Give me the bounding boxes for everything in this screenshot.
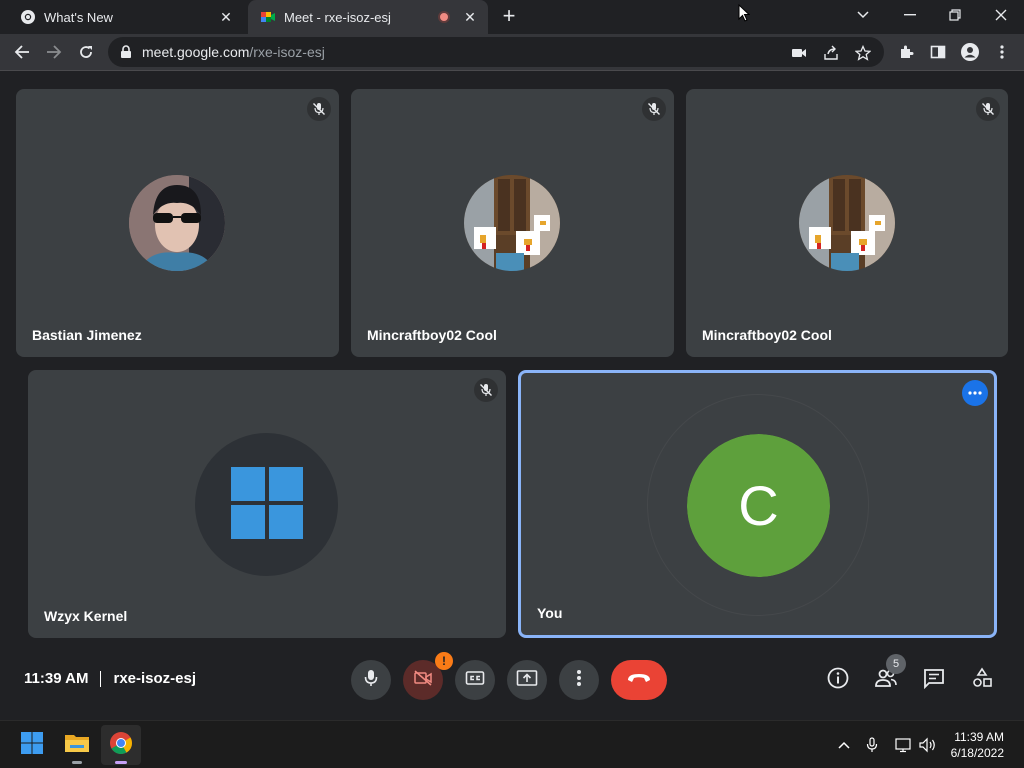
tab-search-icon[interactable] bbox=[843, 0, 883, 30]
participant-tile[interactable]: Bastian Jimenez bbox=[16, 89, 339, 357]
people-count-badge: 5 bbox=[886, 654, 906, 674]
camera-button[interactable]: ! bbox=[403, 652, 453, 700]
tab-whats-new[interactable]: What's New ✕ bbox=[8, 0, 244, 34]
url-text: meet.google.com/rxe-isoz-esj bbox=[142, 44, 325, 60]
muted-mic-icon bbox=[474, 378, 498, 402]
taskbar: 11:39 AM 6/18/2022 bbox=[0, 720, 1024, 768]
leave-call-button[interactable] bbox=[611, 660, 667, 700]
microphone-in-use-icon[interactable] bbox=[862, 735, 882, 755]
present-screen-icon bbox=[516, 669, 538, 692]
activities-shapes-icon bbox=[971, 667, 993, 694]
participant-name: Mincraftboy02 Cool bbox=[367, 327, 497, 343]
mic-icon bbox=[364, 669, 378, 692]
chrome-icon bbox=[20, 9, 36, 25]
self-tile[interactable]: C You bbox=[518, 370, 997, 638]
camera-off-icon bbox=[413, 669, 433, 691]
extensions-icon[interactable] bbox=[892, 38, 920, 66]
meet-icon bbox=[260, 9, 276, 25]
present-button[interactable] bbox=[507, 660, 547, 700]
chrome-taskbar-button[interactable] bbox=[101, 725, 141, 765]
back-icon[interactable] bbox=[8, 38, 36, 66]
meeting-time: 11:39 AM bbox=[24, 670, 89, 687]
url-path: /rxe-isoz-esj bbox=[249, 44, 325, 60]
start-button[interactable] bbox=[12, 725, 52, 765]
divider bbox=[100, 670, 102, 687]
close-window-icon[interactable] bbox=[981, 0, 1021, 30]
tab-title: What's New bbox=[44, 9, 113, 25]
tab-meet[interactable]: Meet - rxe-isoz-esj ✕ bbox=[248, 0, 488, 34]
meeting-details-button[interactable] bbox=[822, 664, 854, 696]
forward-icon[interactable] bbox=[40, 38, 68, 66]
meeting-code: rxe-isoz-esj bbox=[113, 670, 197, 687]
muted-mic-icon bbox=[642, 97, 666, 121]
more-options-button[interactable] bbox=[559, 660, 599, 700]
active-indicator bbox=[115, 761, 127, 764]
taskbar-clock[interactable]: 11:39 AM 6/18/2022 bbox=[951, 729, 1004, 761]
people-button[interactable]: 5 bbox=[870, 654, 906, 696]
chat-button[interactable] bbox=[918, 664, 950, 696]
cursor-icon bbox=[738, 3, 751, 27]
reload-icon[interactable] bbox=[72, 38, 100, 66]
network-icon[interactable] bbox=[894, 735, 914, 755]
meeting-info: 11:39 AM rxe-isoz-esj bbox=[24, 670, 196, 687]
muted-mic-icon bbox=[307, 97, 331, 121]
tab-title: Meet - rxe-isoz-esj bbox=[284, 9, 391, 25]
info-icon bbox=[827, 667, 849, 694]
clock-time: 11:39 AM bbox=[954, 730, 1004, 744]
participant-tile[interactable]: Wzyx Kernel bbox=[28, 370, 506, 638]
toolbar-divider bbox=[0, 70, 1024, 71]
chat-icon bbox=[923, 667, 945, 694]
participant-name: You bbox=[537, 605, 563, 621]
windows-start-icon bbox=[20, 731, 44, 760]
close-tab-icon[interactable]: ✕ bbox=[460, 7, 480, 27]
running-indicator bbox=[72, 761, 82, 764]
clock-date: 6/18/2022 bbox=[950, 746, 1004, 760]
avatar-circle: C bbox=[687, 434, 830, 577]
show-hidden-icons-icon[interactable] bbox=[834, 735, 854, 755]
participant-tile[interactable]: Mincraftboy02 Cool bbox=[686, 89, 1008, 357]
new-tab-button[interactable]: + bbox=[498, 5, 520, 28]
more-vert-icon bbox=[577, 669, 581, 692]
participant-name: Mincraftboy02 Cool bbox=[702, 327, 832, 343]
self-avatar: C bbox=[687, 434, 830, 577]
muted-mic-icon bbox=[976, 97, 1000, 121]
bookmark-star-icon[interactable] bbox=[854, 44, 872, 62]
activities-button[interactable] bbox=[966, 664, 998, 696]
participant-tile[interactable]: Mincraftboy02 Cool bbox=[351, 89, 674, 357]
windows-logo-icon bbox=[231, 467, 303, 539]
captions-button[interactable] bbox=[455, 660, 495, 700]
restore-icon[interactable] bbox=[935, 0, 975, 30]
more-options-icon[interactable] bbox=[962, 380, 988, 406]
lock-icon[interactable] bbox=[118, 45, 134, 59]
file-explorer-button[interactable] bbox=[57, 725, 97, 765]
participant-name: Wzyx Kernel bbox=[44, 608, 128, 624]
participant-avatar bbox=[799, 175, 895, 271]
browser-toolbar: meet.google.com/rxe-isoz-esj bbox=[0, 34, 1024, 70]
camera-warning-badge: ! bbox=[435, 652, 453, 670]
microphone-button[interactable] bbox=[351, 660, 391, 700]
participant-name: Bastian Jimenez bbox=[32, 327, 142, 343]
chrome-menu-icon[interactable] bbox=[988, 38, 1016, 66]
side-panel-icon[interactable] bbox=[924, 38, 952, 66]
camera-in-use-icon[interactable] bbox=[790, 44, 808, 62]
minimize-icon[interactable] bbox=[890, 0, 930, 30]
share-icon[interactable] bbox=[822, 44, 840, 62]
address-bar[interactable]: meet.google.com/rxe-isoz-esj bbox=[108, 37, 884, 67]
volume-icon[interactable] bbox=[918, 735, 938, 755]
folder-icon bbox=[64, 732, 90, 759]
end-call-icon bbox=[626, 671, 652, 689]
url-host: meet.google.com bbox=[142, 44, 250, 60]
tab-strip: What's New ✕ Meet - rxe-isoz-esj ✕ + bbox=[0, 0, 1024, 34]
participant-avatar bbox=[195, 433, 338, 576]
participant-avatar bbox=[464, 175, 560, 271]
profile-icon[interactable] bbox=[956, 38, 984, 66]
chrome-icon bbox=[109, 731, 133, 760]
close-tab-icon[interactable]: ✕ bbox=[216, 7, 236, 27]
closed-captions-icon bbox=[465, 670, 485, 691]
meet-controls-bar: 11:39 AM rxe-isoz-esj ! 5 bbox=[0, 650, 1024, 712]
participant-avatar bbox=[129, 175, 225, 271]
recording-indicator-icon bbox=[438, 11, 450, 23]
